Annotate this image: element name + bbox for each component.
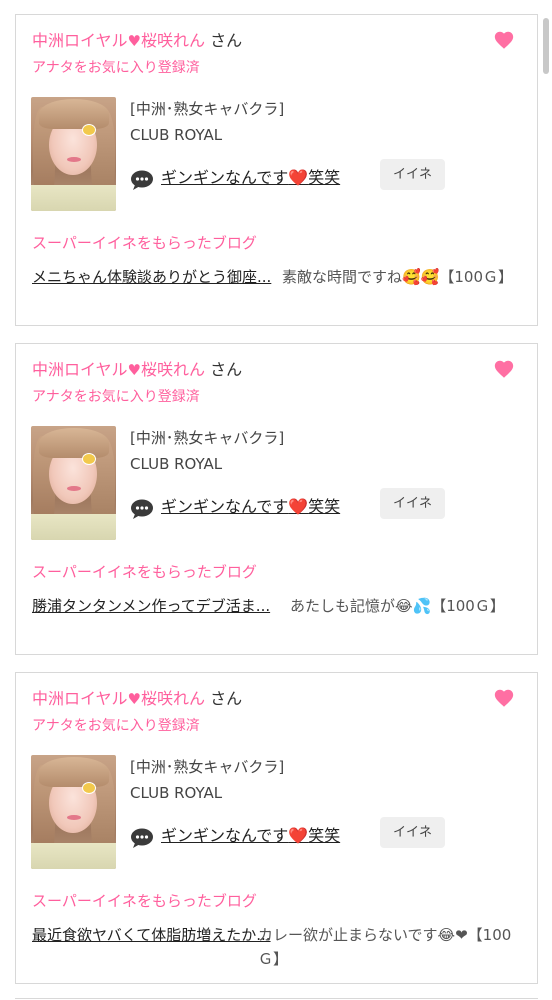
card-title[interactable]: 中洲ロイヤル♥桜咲れん さん <box>32 358 242 382</box>
shop-name: CLUB ROYAL <box>130 455 223 473</box>
favorite-notification-card[interactable]: 中洲ロイヤル♥桜咲れん さん アナタをお気に入り登録済 [中洲･熟女キャバクラ]… <box>15 672 538 984</box>
title-heart-icon: ♥ <box>127 32 141 50</box>
post-text: ギンギンなんです <box>161 497 289 516</box>
cast-avatar[interactable] <box>31 755 116 869</box>
blog-comment: 素敵な時間ですね🥰🥰【100Ｇ】 <box>282 268 513 286</box>
cast-avatar[interactable] <box>31 97 116 211</box>
title-heart-icon: ♥ <box>127 690 141 708</box>
post-link[interactable]: ギンギンなんです❤️笑笑 <box>161 166 340 190</box>
post-link[interactable]: ギンギンなんです❤️笑笑 <box>161 495 340 519</box>
cast-avatar[interactable] <box>31 426 116 540</box>
post-text: ギンギンなんです <box>161 168 289 187</box>
iine-button[interactable]: イイネ <box>380 817 445 848</box>
shop-prefix: 中洲ロイヤル <box>32 31 128 50</box>
post-text-suffix: 笑笑 <box>308 168 341 187</box>
blog-title-link[interactable]: 勝浦タンタンメン作ってデブ活ま... <box>32 594 276 618</box>
card-title[interactable]: 中洲ロイヤル♥桜咲れん さん <box>32 687 242 711</box>
favorite-status: アナタをお気に入り登録済 <box>32 718 200 734</box>
red-heart-icon: ❤️ <box>288 168 309 187</box>
favorite-notification-card[interactable]: 中洲ロイヤル♥桜咲れん さん アナタをお気に入り登録済 [中洲･熟女キャバクラ]… <box>15 14 538 326</box>
title-heart-icon: ♥ <box>127 361 141 379</box>
iine-button[interactable]: イイネ <box>380 488 445 519</box>
favorite-heart-icon[interactable] <box>493 358 515 380</box>
post-text-suffix: 笑笑 <box>308 826 341 845</box>
honorific: さん <box>210 689 243 708</box>
cast-name: 桜咲れん <box>140 31 205 50</box>
favorite-notification-card[interactable]: 中洲ロイヤル♥桜咲れん さん アナタをお気に入り登録済 [中洲･熟女キャバクラ]… <box>15 343 538 655</box>
honorific: さん <box>210 31 243 50</box>
speech-bubble-icon <box>130 498 154 520</box>
shop-name: CLUB ROYAL <box>130 784 223 802</box>
cast-name: 桜咲れん <box>140 360 205 379</box>
notification-list-page: 中洲ロイヤル♥桜咲れん さん アナタをお気に入り登録済 [中洲･熟女キャバクラ]… <box>0 0 552 1000</box>
post-link[interactable]: ギンギンなんです❤️笑笑 <box>161 824 340 848</box>
shop-category: [中洲･熟女キャバクラ] <box>130 429 285 447</box>
favorite-status: アナタをお気に入り登録済 <box>32 60 200 76</box>
super-iine-label: スーパーイイネをもらったブログ <box>32 892 257 910</box>
red-heart-icon: ❤️ <box>288 497 309 516</box>
iine-button[interactable]: イイネ <box>380 159 445 190</box>
blog-comment: カレー欲が止まらないです😂❤【100Ｇ】 <box>258 926 512 968</box>
shop-prefix: 中洲ロイヤル <box>32 689 128 708</box>
blog-title-link[interactable]: メニちゃん体験談ありがとう御座... <box>32 265 276 289</box>
blog-title-link[interactable]: 最近食欲ヤバくて体脂肪増えたか... <box>32 923 276 947</box>
post-text: ギンギンなんです <box>161 826 289 845</box>
cast-name: 桜咲れん <box>140 689 205 708</box>
shop-category: [中洲･熟女キャバクラ] <box>130 100 285 118</box>
super-iine-label: スーパーイイネをもらったブログ <box>32 234 257 252</box>
speech-bubble-icon <box>130 827 154 849</box>
honorific: さん <box>210 360 243 379</box>
favorite-heart-icon[interactable] <box>493 687 515 709</box>
favorite-status: アナタをお気に入り登録済 <box>32 389 200 405</box>
favorite-heart-icon[interactable] <box>493 29 515 51</box>
shop-category: [中洲･熟女キャバクラ] <box>130 758 285 776</box>
blog-comment: あたしも記憶が😂💦【100Ｇ】 <box>290 597 505 615</box>
scrollbar[interactable] <box>543 18 549 74</box>
shop-name: CLUB ROYAL <box>130 126 223 144</box>
post-text-suffix: 笑笑 <box>308 497 341 516</box>
speech-bubble-icon <box>130 169 154 191</box>
super-iine-label: スーパーイイネをもらったブログ <box>32 563 257 581</box>
red-heart-icon: ❤️ <box>288 826 309 845</box>
card-title[interactable]: 中洲ロイヤル♥桜咲れん さん <box>32 29 242 53</box>
shop-prefix: 中洲ロイヤル <box>32 360 128 379</box>
